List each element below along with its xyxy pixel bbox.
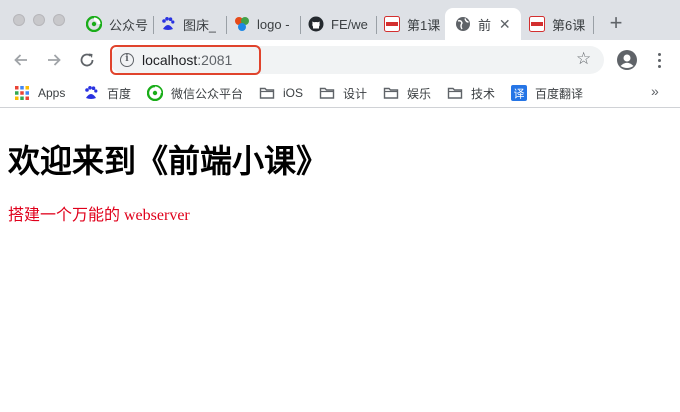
reload-button[interactable] (74, 47, 100, 73)
translate-icon: 译 (511, 85, 527, 101)
colorful-logo-icon (235, 17, 249, 31)
bookmark-label: 百度翻译 (535, 86, 584, 101)
forward-button[interactable] (41, 47, 67, 73)
folder-icon (319, 87, 335, 99)
bookmark-folder-entertainment[interactable]: 娱乐 (383, 84, 431, 102)
tab-wechat[interactable]: 公众号 (86, 8, 150, 40)
wechat-icon (86, 16, 102, 32)
folder-icon (259, 87, 275, 99)
bookmark-label: 百度 (107, 86, 132, 101)
back-button[interactable] (8, 47, 34, 73)
tab-lesson-1[interactable]: 第1课 (384, 8, 440, 40)
globe-icon (456, 17, 470, 31)
svg-text:译: 译 (514, 88, 525, 101)
bookmark-baidu[interactable]: 百度 (83, 84, 131, 102)
tab-divider (593, 16, 594, 34)
tab-strip: 公众号 图床_ logo - FE/we 第1课 前 ✕ 第6课 + (0, 0, 680, 40)
tab-title: 前端 (478, 17, 491, 33)
web-page-content: 欢迎来到《前端小课》 搭建一个万能的 webserver (0, 109, 680, 412)
address-highlight-box (110, 45, 261, 75)
arrow-right-icon (48, 54, 61, 66)
bookmark-apps[interactable]: Apps (14, 84, 65, 102)
folder-icon (447, 87, 463, 99)
tab-github[interactable]: FE/we (308, 8, 374, 40)
github-icon (308, 16, 324, 32)
profile-avatar-icon[interactable] (617, 50, 637, 70)
tab-logo[interactable]: logo - (234, 8, 294, 40)
bookmark-label: 技术 (471, 86, 496, 101)
wii-icon (529, 16, 545, 32)
bookmark-label: 娱乐 (407, 86, 432, 101)
tab-divider (376, 16, 377, 34)
tab-title: 第6课 (552, 17, 586, 33)
tab-title: 图床_ (183, 17, 217, 33)
bookmark-wechat-platform[interactable]: 微信公众平台 (147, 84, 243, 102)
tab-title: 公众号 (109, 17, 149, 33)
tab-frontend-active[interactable]: 前端 ✕ (445, 8, 521, 40)
bookmark-label: Apps (38, 86, 66, 100)
tab-title: 第1课 (407, 17, 440, 33)
apps-grid-icon (15, 86, 29, 100)
bookmark-star-icon[interactable]: ☆ (576, 49, 591, 69)
window-minimize-button[interactable] (33, 14, 45, 26)
bookmark-folder-ios[interactable]: iOS (259, 84, 303, 102)
window-maximize-button[interactable] (53, 14, 65, 26)
kebab-menu-icon[interactable] (651, 50, 667, 70)
page-paragraph: 搭建一个万能的 webserver (8, 207, 190, 224)
bookmark-baidu-translate[interactable]: 译 百度翻译 (511, 84, 583, 102)
bookmarks-bar: Apps 百度 微信公众平台 iOS 设计 娱乐 技术 译 百度翻译 » (0, 78, 680, 108)
page-heading: 欢迎来到《前端小课》 (8, 143, 329, 179)
bookmark-label: 设计 (343, 86, 368, 101)
close-icon[interactable]: ✕ (499, 16, 512, 33)
bookmark-folder-tech[interactable]: 技术 (447, 84, 495, 102)
arrow-left-icon (14, 54, 27, 66)
reload-icon (80, 53, 94, 67)
new-tab-button[interactable]: + (604, 12, 628, 36)
folder-icon (383, 87, 399, 99)
window-close-button[interactable] (13, 14, 25, 26)
browser-toolbar: i localhost:2081 ☆ (0, 40, 680, 78)
bookmark-folder-design[interactable]: 设计 (319, 84, 367, 102)
tab-divider (153, 16, 154, 34)
tab-title: logo - (257, 16, 290, 32)
tab-title: FE/we (331, 16, 368, 32)
bookmark-label: iOS (283, 86, 304, 100)
baidu-paw-icon (162, 17, 175, 30)
tab-divider (300, 16, 301, 34)
tab-baidu-image[interactable]: 图床_ (160, 8, 222, 40)
wechat-icon (147, 85, 163, 101)
bookmark-label: 微信公众平台 (171, 86, 244, 101)
baidu-paw-icon (85, 86, 98, 99)
wii-icon (384, 16, 400, 32)
tab-divider (226, 16, 227, 34)
bookmarks-overflow-button[interactable]: » (651, 83, 659, 99)
tab-lesson-6[interactable]: 第6课 (529, 8, 587, 40)
